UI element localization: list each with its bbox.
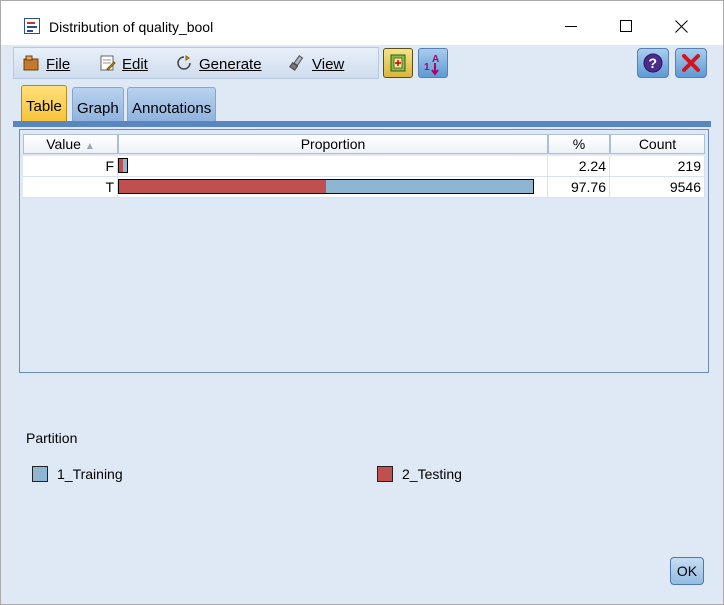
- menu-file[interactable]: File: [46, 56, 70, 73]
- proportion-cell: [118, 156, 548, 177]
- file-icon: [23, 55, 39, 71]
- sort-ascending-icon: ▲: [84, 141, 95, 152]
- legend-label-testing: 2_Testing: [402, 466, 462, 482]
- view-icon: [289, 55, 304, 71]
- tab-strip-divider: [13, 121, 711, 127]
- legend-swatch-training: [32, 466, 48, 482]
- value-cell: T: [23, 177, 118, 198]
- red-x-icon: [682, 54, 700, 72]
- generate-icon: [177, 55, 191, 70]
- title-bar: Distribution of quality_bool: [1, 1, 723, 45]
- count-cell: 219: [610, 156, 705, 177]
- maximize-icon[interactable]: [606, 11, 646, 41]
- proportion-cell: [118, 177, 548, 198]
- help-icon: ?: [643, 53, 663, 73]
- edit-icon: [100, 55, 116, 71]
- count-cell: 9546: [610, 177, 705, 198]
- copy-to-clipboard-button[interactable]: [383, 48, 413, 78]
- testing-fill: [119, 180, 326, 193]
- help-button[interactable]: ?: [637, 48, 669, 78]
- legend-label-training: 1_Training: [57, 466, 123, 482]
- partition-label: Partition: [26, 430, 78, 446]
- menu-bar: File Edit Generate View: [13, 47, 379, 79]
- svg-text:?: ?: [649, 55, 658, 71]
- tab-annotations[interactable]: Annotations: [127, 87, 217, 121]
- close-icon[interactable]: [661, 11, 701, 41]
- distribution-table: Value ▲ Proportion % Count F 2.24 219 T …: [19, 129, 709, 373]
- svg-text:1: 1: [424, 62, 430, 73]
- close-window-button[interactable]: [675, 48, 707, 78]
- legend-swatch-testing: [377, 466, 393, 482]
- window-title: Distribution of quality_bool: [49, 19, 214, 35]
- value-cell: F: [23, 156, 118, 177]
- menu-view[interactable]: View: [312, 56, 344, 73]
- distribution-window: Distribution of quality_bool File Edit G…: [0, 0, 724, 605]
- column-header-count[interactable]: Count: [610, 134, 705, 154]
- table-row[interactable]: F 2.24 219: [23, 156, 705, 177]
- column-header-percent[interactable]: %: [548, 134, 610, 154]
- clipboard-icon: [390, 54, 406, 72]
- ok-button[interactable]: OK: [670, 557, 704, 585]
- column-header-value[interactable]: Value ▲: [23, 134, 118, 154]
- tab-graph[interactable]: Graph: [72, 87, 124, 121]
- table-row[interactable]: T 97.76 9546: [23, 177, 705, 198]
- minimize-icon[interactable]: [551, 11, 591, 41]
- percent-cell: 2.24: [548, 156, 610, 177]
- testing-fill: [119, 159, 123, 172]
- proportion-bar: [118, 179, 534, 194]
- proportion-bar: [118, 158, 128, 173]
- sort-button[interactable]: 1 A: [418, 48, 448, 78]
- percent-cell: 97.76: [548, 177, 610, 198]
- column-header-proportion[interactable]: Proportion: [118, 134, 548, 154]
- menu-generate[interactable]: Generate: [199, 56, 262, 73]
- menu-edit[interactable]: Edit: [122, 56, 148, 73]
- tab-table[interactable]: Table: [21, 85, 67, 121]
- distribution-chart-icon: [24, 18, 40, 34]
- sort-icon: 1 A: [424, 54, 439, 76]
